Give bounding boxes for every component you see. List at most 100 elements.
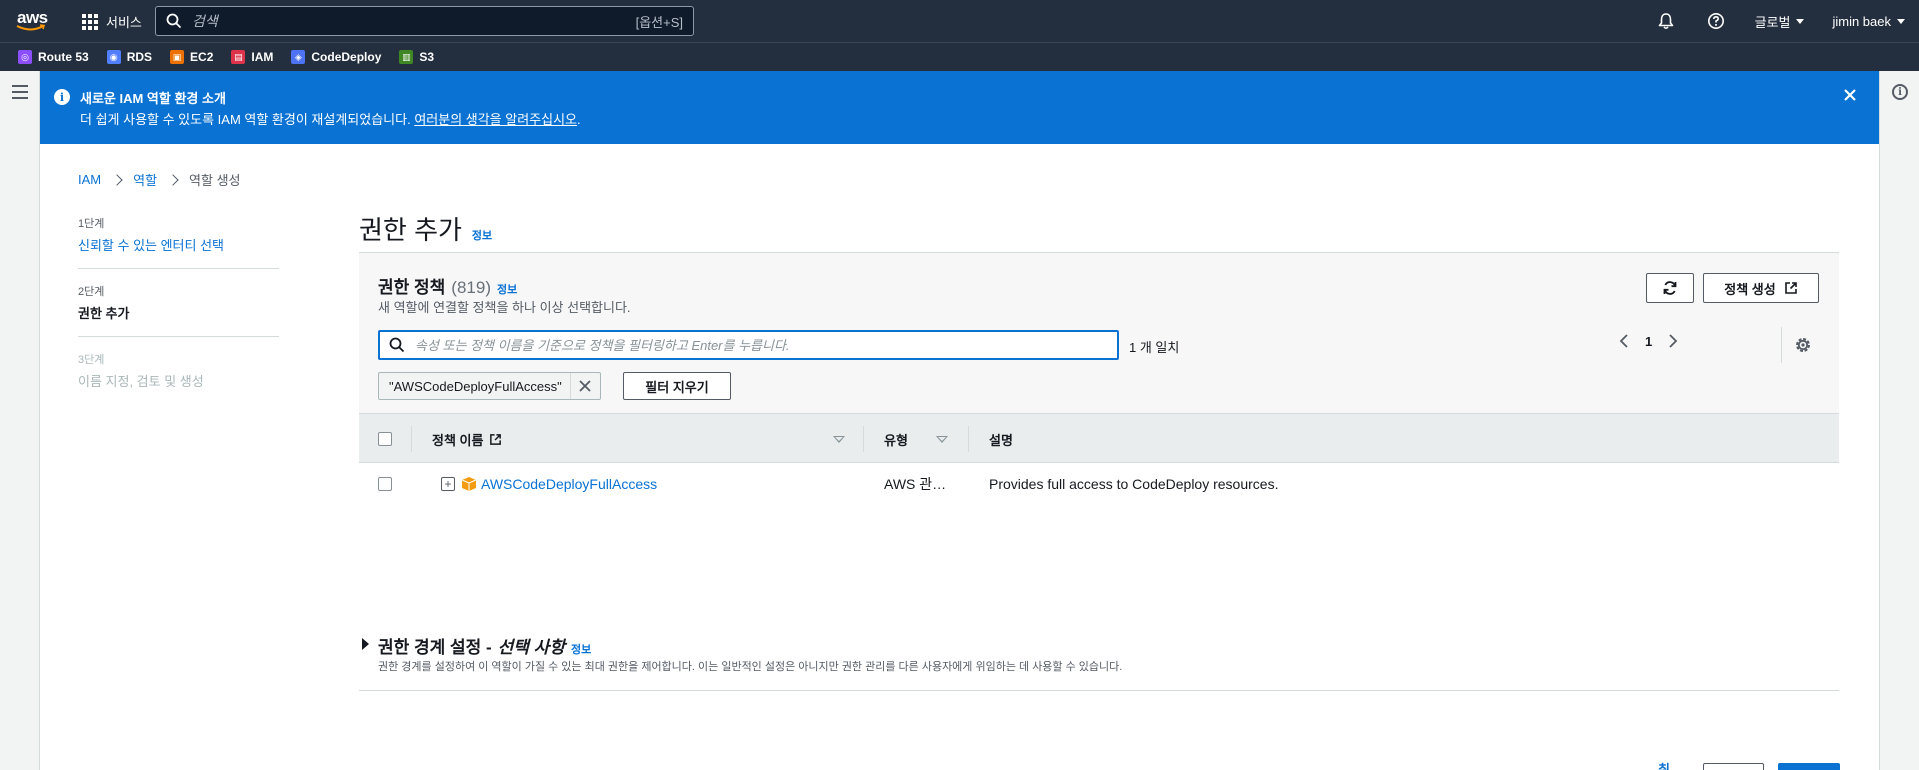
- grid-icon: [82, 13, 98, 30]
- table-header: 정책 이름 유형 설명: [359, 413, 1839, 463]
- caret-down-icon: [1796, 18, 1805, 24]
- chevron-right-icon: [111, 173, 123, 186]
- breadcrumb-roles[interactable]: 역할: [133, 170, 157, 189]
- content-area: i 새로운 IAM 역할 환경 소개 더 쉽게 사용할 수 있도록 IAM 역할…: [40, 71, 1879, 770]
- s3-icon: ▥: [399, 50, 414, 64]
- favorite-label: IAM: [251, 50, 274, 64]
- info-link[interactable]: 정보: [472, 227, 492, 243]
- divider: [1781, 327, 1782, 363]
- clear-filters-button[interactable]: 필터 지우기: [623, 372, 731, 400]
- page-header: 권한 추가 정보: [359, 210, 492, 247]
- step-link[interactable]: 신뢰할 수 있는 엔터티 선택: [78, 235, 279, 254]
- boundary-title: 권한 경계 설정 -: [378, 638, 492, 657]
- account-menu[interactable]: jimin baek: [1818, 14, 1919, 29]
- column-label: 유형: [884, 432, 908, 448]
- policy-name-link[interactable]: AWSCodeDeployFullAccess: [481, 476, 657, 492]
- favorite-codedeploy[interactable]: ◈ CodeDeploy: [291, 50, 381, 64]
- right-rail: i: [1879, 71, 1919, 770]
- favorite-rds[interactable]: ◉ RDS: [106, 50, 153, 64]
- policies-header: 권한 정책 (819) 정보 새 역할에 연결할 정책을 하나 이상 선택합니다…: [359, 253, 1839, 413]
- column-divider: [411, 426, 412, 452]
- favorite-label: RDS: [126, 50, 153, 64]
- sort-policy-name[interactable]: [833, 414, 845, 464]
- permissions-boundary-section: 권한 경계 설정 - 선택 사항 정보 권한 경계를 설정하여 이 역할이 가질…: [359, 630, 1839, 691]
- refresh-button[interactable]: [1646, 273, 1694, 303]
- column-type[interactable]: 유형: [884, 414, 908, 464]
- match-count: 1 개 일치: [1129, 340, 1180, 355]
- favorite-s3[interactable]: ▥ S3: [399, 50, 434, 64]
- top-navigation: aws 서비스 [옵션+S]: [0, 0, 1919, 42]
- expand-icon[interactable]: +: [441, 477, 455, 491]
- caret-right-icon[interactable]: [362, 638, 369, 650]
- boundary-description: 권한 경계를 설정하여 이 역할이 가질 수 있는 최대 권한을 제어합니다. …: [378, 661, 1123, 673]
- region-label: 글로벌: [1754, 14, 1791, 30]
- feedback-link[interactable]: 여러분의 생각을 알려주십시오: [414, 112, 577, 127]
- close-icon[interactable]: [1843, 88, 1857, 102]
- cancel-button[interactable]: 취소: [1639, 759, 1689, 770]
- next-page-icon[interactable]: [1666, 331, 1680, 351]
- info-link[interactable]: 정보: [497, 281, 517, 297]
- favorite-route53[interactable]: ◎ Route 53: [18, 50, 89, 64]
- search-shortcut: [옵션+S]: [635, 14, 683, 30]
- create-policy-button[interactable]: 정책 생성: [1703, 273, 1819, 303]
- left-rail: [0, 71, 40, 770]
- menu-icon[interactable]: [12, 85, 28, 99]
- select-all-checkbox[interactable]: [378, 432, 392, 446]
- boundary-title-row[interactable]: 권한 경계 설정 - 선택 사항 정보: [378, 633, 591, 658]
- page-number[interactable]: 1: [1645, 334, 1652, 349]
- notifications-button[interactable]: [1641, 0, 1691, 42]
- region-selector[interactable]: 글로벌: [1741, 12, 1819, 31]
- wizard-actions: 취소 이전 다음: [1639, 759, 1840, 770]
- info-panel-icon[interactable]: i: [1892, 84, 1908, 100]
- info-link[interactable]: 정보: [571, 641, 591, 657]
- close-icon: [579, 380, 591, 392]
- breadcrumb: IAM 역할 역할 생성: [78, 170, 241, 189]
- favorite-label: S3: [419, 50, 435, 64]
- previous-page-icon[interactable]: [1617, 331, 1631, 351]
- policies-count: (819): [451, 278, 491, 297]
- sort-type[interactable]: [936, 414, 948, 464]
- search-icon: [166, 13, 182, 29]
- flash-body-text: 더 쉽게 사용할 수 있도록 IAM 역할 환경이 재설계되었습니다.: [80, 112, 415, 127]
- route53-icon: ◎: [18, 50, 32, 64]
- caret-down-icon: [1897, 18, 1905, 24]
- policies-title: 권한 정책: [378, 278, 446, 297]
- wizard-steps: 1단계 신뢰할 수 있는 엔터티 선택 2단계 권한 추가 3단계 이름 지정,…: [78, 215, 279, 418]
- header-checkbox-cell: [378, 414, 392, 464]
- global-search[interactable]: [옵션+S]: [155, 6, 694, 36]
- flash-suffix: .: [577, 112, 581, 127]
- row-checkbox-cell: [378, 463, 392, 505]
- column-policy-name[interactable]: 정책 이름: [432, 414, 502, 464]
- policy-type-cell: AWS 관…: [884, 476, 947, 492]
- gear-icon[interactable]: [1793, 335, 1813, 355]
- aws-logo[interactable]: aws: [16, 8, 50, 34]
- step-number: 1단계: [78, 218, 105, 230]
- remove-filter-button[interactable]: [569, 373, 600, 399]
- flash-title: 새로운 IAM 역할 환경 소개: [80, 91, 226, 106]
- favorite-ec2[interactable]: ▣ EC2: [170, 50, 213, 64]
- breadcrumb-iam[interactable]: IAM: [78, 172, 101, 187]
- favorite-label: EC2: [190, 50, 214, 64]
- sort-icon: [833, 435, 845, 443]
- global-search-input[interactable]: [192, 13, 636, 29]
- filter-token-label: "AWSCodeDeployFullAccess": [389, 378, 562, 394]
- iam-icon: ▤: [231, 50, 246, 64]
- step-1: 1단계 신뢰할 수 있는 엔터티 선택: [78, 215, 279, 269]
- favorite-iam[interactable]: ▤ IAM: [231, 50, 273, 64]
- row-checkbox[interactable]: [378, 477, 392, 491]
- chevron-right-icon: [167, 173, 179, 186]
- column-label: 설명: [989, 432, 1013, 448]
- step-number: 2단계: [78, 286, 105, 298]
- services-menu[interactable]: 서비스: [82, 12, 142, 31]
- sort-icon: [936, 435, 948, 443]
- external-link-icon: [490, 433, 502, 445]
- policy-filter-input[interactable]: [415, 337, 1117, 353]
- help-button[interactable]: [1691, 0, 1741, 42]
- favorite-label: CodeDeploy: [311, 50, 382, 64]
- policy-filter[interactable]: [378, 330, 1119, 360]
- user-label: jimin baek: [1832, 13, 1891, 29]
- column-divider: [968, 426, 969, 452]
- previous-button[interactable]: 이전: [1703, 763, 1765, 770]
- column-description: 설명: [989, 414, 1013, 464]
- next-button[interactable]: 다음: [1778, 763, 1840, 770]
